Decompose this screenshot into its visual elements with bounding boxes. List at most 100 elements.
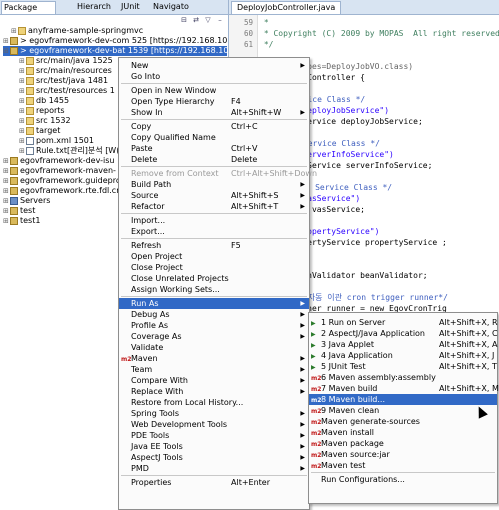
menu-item[interactable]: Build Path ▶ — [119, 179, 309, 190]
menu-separator — [121, 238, 307, 239]
menu-item[interactable]: m2 6 Maven assembly:assembly — [309, 372, 497, 383]
expand-toggle-icon[interactable]: ⊞ — [11, 26, 18, 36]
menu-item[interactable]: Delete Delete — [119, 154, 309, 165]
minimize-icon[interactable]: – — [216, 16, 224, 24]
menu-item[interactable]: m2 Maven ▶ — [119, 353, 309, 364]
menu-item-label: Properties — [131, 478, 172, 487]
menu-item[interactable]: Replace With ▶ — [119, 386, 309, 397]
menu-item[interactable]: New ▶ — [119, 60, 309, 71]
menu-item[interactable]: Refresh F5 — [119, 240, 309, 251]
submenu-arrow-icon: ▶ — [300, 322, 305, 329]
menu-item[interactable]: m2 Maven install — [309, 427, 497, 438]
menu-item-label: AspectJ Tools — [131, 453, 183, 462]
expand-toggle-icon[interactable]: ⊞ — [3, 46, 10, 56]
menu-item[interactable]: Debug As ▶ — [119, 309, 309, 320]
menu-item-label: Maven test — [321, 461, 366, 470]
menu-item[interactable]: m2 Maven generate-sources — [309, 416, 497, 427]
menu-item[interactable]: m2 8 Maven build... — [309, 394, 497, 405]
collapse-all-icon[interactable]: ⊟ — [180, 16, 188, 24]
expand-toggle-icon[interactable]: ⊞ — [3, 196, 10, 206]
expand-toggle-icon[interactable]: ⊞ — [3, 36, 10, 46]
submenu-arrow-icon: ▶ — [300, 311, 305, 318]
expand-toggle-icon[interactable]: ⊞ — [19, 116, 26, 126]
menu-item-shortcut: F4 — [231, 97, 241, 106]
folder-icon — [26, 116, 34, 125]
expand-toggle-icon[interactable]: ⊞ — [19, 106, 26, 116]
menu-item[interactable]: Go Into — [119, 71, 309, 82]
menu-item[interactable]: Refactor Alt+Shift+T ▶ — [119, 201, 309, 212]
expand-toggle-icon[interactable]: ⊞ — [3, 216, 10, 226]
menu-item[interactable]: ▶ 3 Java Applet Alt+Shift+X, A — [309, 339, 497, 350]
menu-item[interactable]: m2 7 Maven build Alt+Shift+X, M — [309, 383, 499, 394]
expand-toggle-icon[interactable]: ⊞ — [19, 126, 26, 136]
menu-item[interactable]: Close Unrelated Projects — [119, 273, 309, 284]
menu-item[interactable]: Copy Qualified Name — [119, 132, 309, 143]
menu-item[interactable]: Profile As ▶ — [119, 320, 309, 331]
expand-toggle-icon[interactable]: ⊞ — [3, 206, 10, 216]
menu-item[interactable]: m2 Maven package — [309, 438, 497, 449]
menu-item[interactable]: Restore from Local History... — [119, 397, 309, 408]
menu-item-shortcut: Ctrl+V — [231, 144, 258, 153]
expand-toggle-icon[interactable]: ⊞ — [3, 176, 10, 186]
expand-toggle-icon[interactable]: ⊞ — [19, 96, 26, 106]
menu-item[interactable]: Assign Working Sets... — [119, 284, 309, 295]
tab-navigator[interactable]: Navigato — [151, 1, 198, 13]
menu-item[interactable]: m2 Maven source:jar — [309, 449, 497, 460]
menu-item[interactable]: Java EE Tools ▶ — [119, 441, 309, 452]
editor-tab[interactable]: DeployJobController.java — [231, 1, 342, 14]
menu-item[interactable]: Paste Ctrl+V — [119, 143, 309, 154]
maven-icon: m2 — [311, 463, 322, 470]
menu-item-label: 6 Maven assembly:assembly — [321, 373, 436, 382]
menu-item[interactable]: Source Alt+Shift+S ▶ — [119, 190, 309, 201]
tree-item[interactable]: ⊞ anyframe-sample-springmvc — [11, 26, 227, 36]
menu-item[interactable]: Import... — [119, 215, 309, 226]
menu-item[interactable]: Export... — [119, 226, 309, 237]
expand-toggle-icon[interactable]: ⊞ — [19, 136, 26, 146]
menu-item[interactable]: Validate — [119, 342, 309, 353]
menu-item[interactable]: AspectJ Tools ▶ — [119, 452, 309, 463]
expand-toggle-icon[interactable]: ⊞ — [3, 156, 10, 166]
expand-toggle-icon[interactable]: ⊞ — [3, 186, 10, 196]
menu-item[interactable]: Open in New Window — [119, 85, 309, 96]
menu-item[interactable]: Team ▶ — [119, 364, 309, 375]
menu-item[interactable]: m2 9 Maven clean — [309, 405, 497, 416]
tree-item-label: egovframework.rte.fdl.cmm — [20, 186, 132, 195]
view-menu-icon[interactable]: ▽ — [204, 16, 212, 24]
menu-item[interactable]: Open Project — [119, 251, 309, 262]
expand-toggle-icon[interactable]: ⊞ — [19, 76, 26, 86]
expand-toggle-icon[interactable]: ⊞ — [19, 56, 26, 66]
expand-toggle-icon[interactable]: ⊞ — [19, 66, 26, 76]
code-line: */ — [259, 40, 274, 49]
menu-item-label: Maven install — [321, 428, 375, 437]
menu-item-label: Replace With — [131, 387, 184, 396]
menu-item[interactable]: m2 Maven test — [309, 460, 497, 471]
menu-item[interactable]: ▶ 1 Run on Server Alt+Shift+X, R — [309, 317, 498, 328]
menu-item[interactable]: ▶ 5 JUnit Test Alt+Shift+X, T — [309, 361, 497, 372]
tab-junit[interactable]: JUnit — [119, 1, 152, 13]
menu-item[interactable]: PMD ▶ — [119, 463, 309, 474]
menu-item[interactable]: Run As ▶ — [119, 298, 309, 309]
menu-item[interactable]: Run Configurations... — [309, 474, 497, 485]
menu-item[interactable]: Open Type Hierarchy F4 — [119, 96, 309, 107]
expand-toggle-icon[interactable]: ⊞ — [3, 166, 10, 176]
menu-item[interactable]: Web Development Tools ▶ — [119, 419, 309, 430]
menu-item[interactable]: Compare With ▶ — [119, 375, 309, 386]
menu-item[interactable]: Spring Tools ▶ — [119, 408, 309, 419]
menu-item[interactable]: Show In Alt+Shift+W ▶ — [119, 107, 309, 118]
menu-item[interactable]: Copy Ctrl+C — [119, 121, 309, 132]
menu-item[interactable]: Close Project — [119, 262, 309, 273]
menu-separator — [121, 83, 307, 84]
menu-item[interactable]: PDE Tools ▶ — [119, 430, 309, 441]
tab-package-explorer[interactable]: Package — [1, 1, 56, 14]
menu-item[interactable]: Properties Alt+Enter — [119, 477, 309, 488]
link-editor-icon[interactable]: ⇄ — [192, 16, 200, 24]
menu-item[interactable]: ▶ 4 Java Application Alt+Shift+X, J — [309, 350, 497, 361]
project-icon — [10, 166, 18, 175]
tab-hierarchy[interactable]: Hierarch — [75, 1, 118, 13]
tree-item[interactable]: ⊞ > egovframework-dev-com 525 [https://19… — [3, 36, 227, 46]
menu-item[interactable]: Coverage As ▶ — [119, 331, 309, 342]
tree-item[interactable]: ⊞ > egovframework-dev-bat 1539 [https://1… — [3, 46, 227, 56]
expand-toggle-icon[interactable]: ⊞ — [19, 146, 26, 156]
menu-item[interactable]: ▶ 2 AspectJ/Java Application Alt+Shift+X, … — [309, 328, 498, 339]
expand-toggle-icon[interactable]: ⊞ — [19, 86, 26, 96]
